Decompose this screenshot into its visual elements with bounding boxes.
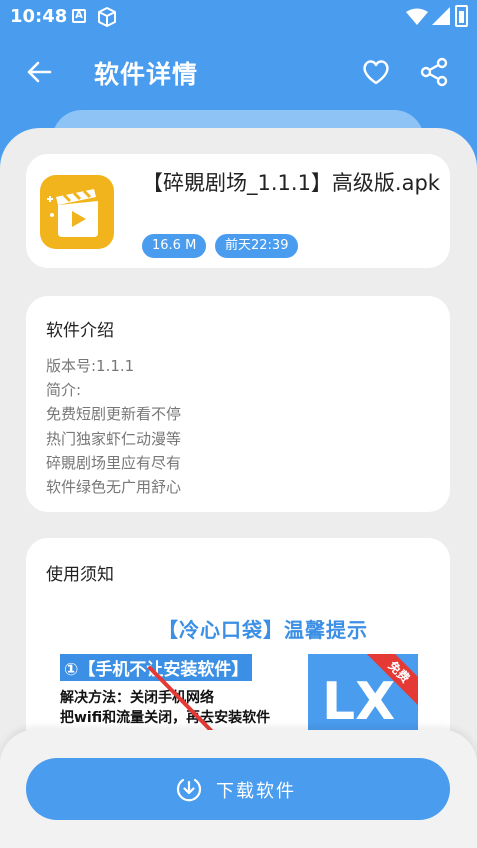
- lx-logo-text: LX: [322, 672, 396, 732]
- download-button[interactable]: 下载软件: [26, 758, 450, 820]
- software-intro-card: 软件介绍 版本号:1.1.1 简介: 免费短剧更新看不停 热门独家虾仁动漫等 碎…: [26, 296, 450, 512]
- back-arrow-icon[interactable]: [24, 57, 54, 87]
- status-bar: 10:48 A: [0, 0, 477, 34]
- wifi-icon: [406, 8, 428, 25]
- download-icon: [176, 778, 202, 802]
- intro-line: 免费短剧更新看不停: [46, 405, 182, 424]
- intro-line: 热门独家虾仁动漫等: [46, 429, 182, 448]
- poster-title: 【冷心口袋】温馨提示: [158, 618, 368, 642]
- clapperboard-play-icon: [47, 189, 98, 237]
- intro-title: 软件介绍: [46, 321, 114, 341]
- poster-solution-line: 把wifi和流量关闭，再去安装软件: [60, 710, 271, 726]
- app-bar: 软件详情: [0, 40, 477, 104]
- poster-solution: 解决方法：关闭手机网络 把wifi和流量关闭，再去安装软件: [60, 688, 270, 728]
- package-icon: [98, 7, 116, 27]
- notification-a-icon: A: [72, 9, 86, 23]
- signal-icon: [432, 7, 450, 25]
- intro-line: 碎覞剧场里应有尽有: [46, 453, 182, 472]
- page-title: 软件详情: [94, 60, 199, 89]
- battery-icon: [455, 5, 468, 27]
- upload-date-badge: 前天22:39: [215, 234, 299, 258]
- favorite-heart-icon[interactable]: [360, 56, 392, 88]
- file-size-badge: 16.6 M: [142, 234, 207, 258]
- intro-line: 版本号:1.1.1: [46, 357, 135, 375]
- poster-solution-line: 解决方法：关闭手机网络: [60, 690, 214, 706]
- download-button-label: 下载软件: [216, 781, 296, 802]
- notice-title: 使用须知: [46, 565, 114, 585]
- intro-line: 简介:: [46, 381, 82, 400]
- app-info-card: 【碎覞剧场_1.1.1】高级版.apk 16.6 M 前天22:39: [26, 154, 450, 268]
- intro-line: 软件绿色无广用舒心: [46, 478, 182, 497]
- intro-text: 版本号:1.1.1 简介: 免费短剧更新看不停 热门独家虾仁动漫等 碎覞剧场里应…: [46, 354, 181, 499]
- app-name: 【碎覞剧场_1.1.1】高级版.apk: [142, 171, 440, 195]
- app-icon: [40, 175, 114, 249]
- poster-highlight: ①【手机不让安装软件】: [60, 654, 253, 681]
- status-time: 10:48: [10, 6, 68, 27]
- share-icon[interactable]: [418, 56, 450, 88]
